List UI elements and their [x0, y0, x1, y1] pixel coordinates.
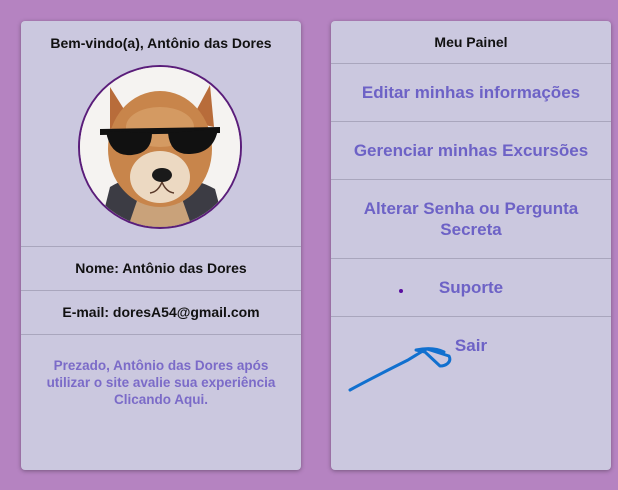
avatar	[78, 65, 242, 229]
change-password-link[interactable]: Alterar Senha ou Pergunta Secreta	[331, 180, 611, 258]
avatar-container	[21, 65, 301, 246]
manage-excursions-link[interactable]: Gerenciar minhas Excursões	[331, 122, 611, 179]
dog-avatar-image	[80, 67, 240, 227]
feedback-link[interactable]: Prezado, Antônio das Dores após utilizar…	[21, 335, 301, 408]
profile-email: E-mail: doresA54@gmail.com	[62, 304, 260, 320]
dashboard-menu-card: Meu Painel Editar minhas informações Ger…	[331, 21, 611, 470]
welcome-heading: Bem-vindo(a), Antônio das Dores	[50, 35, 272, 51]
logout-link[interactable]: Sair	[331, 317, 611, 373]
cursor-dot	[399, 289, 403, 293]
profile-card: Bem-vindo(a), Antônio das Dores Nome: An…	[21, 21, 301, 470]
edit-info-link[interactable]: Editar minhas informações	[331, 64, 611, 121]
support-link[interactable]: Suporte	[331, 259, 611, 316]
profile-name: Nome: Antônio das Dores	[75, 260, 247, 276]
menu-title: Meu Painel	[434, 34, 508, 50]
